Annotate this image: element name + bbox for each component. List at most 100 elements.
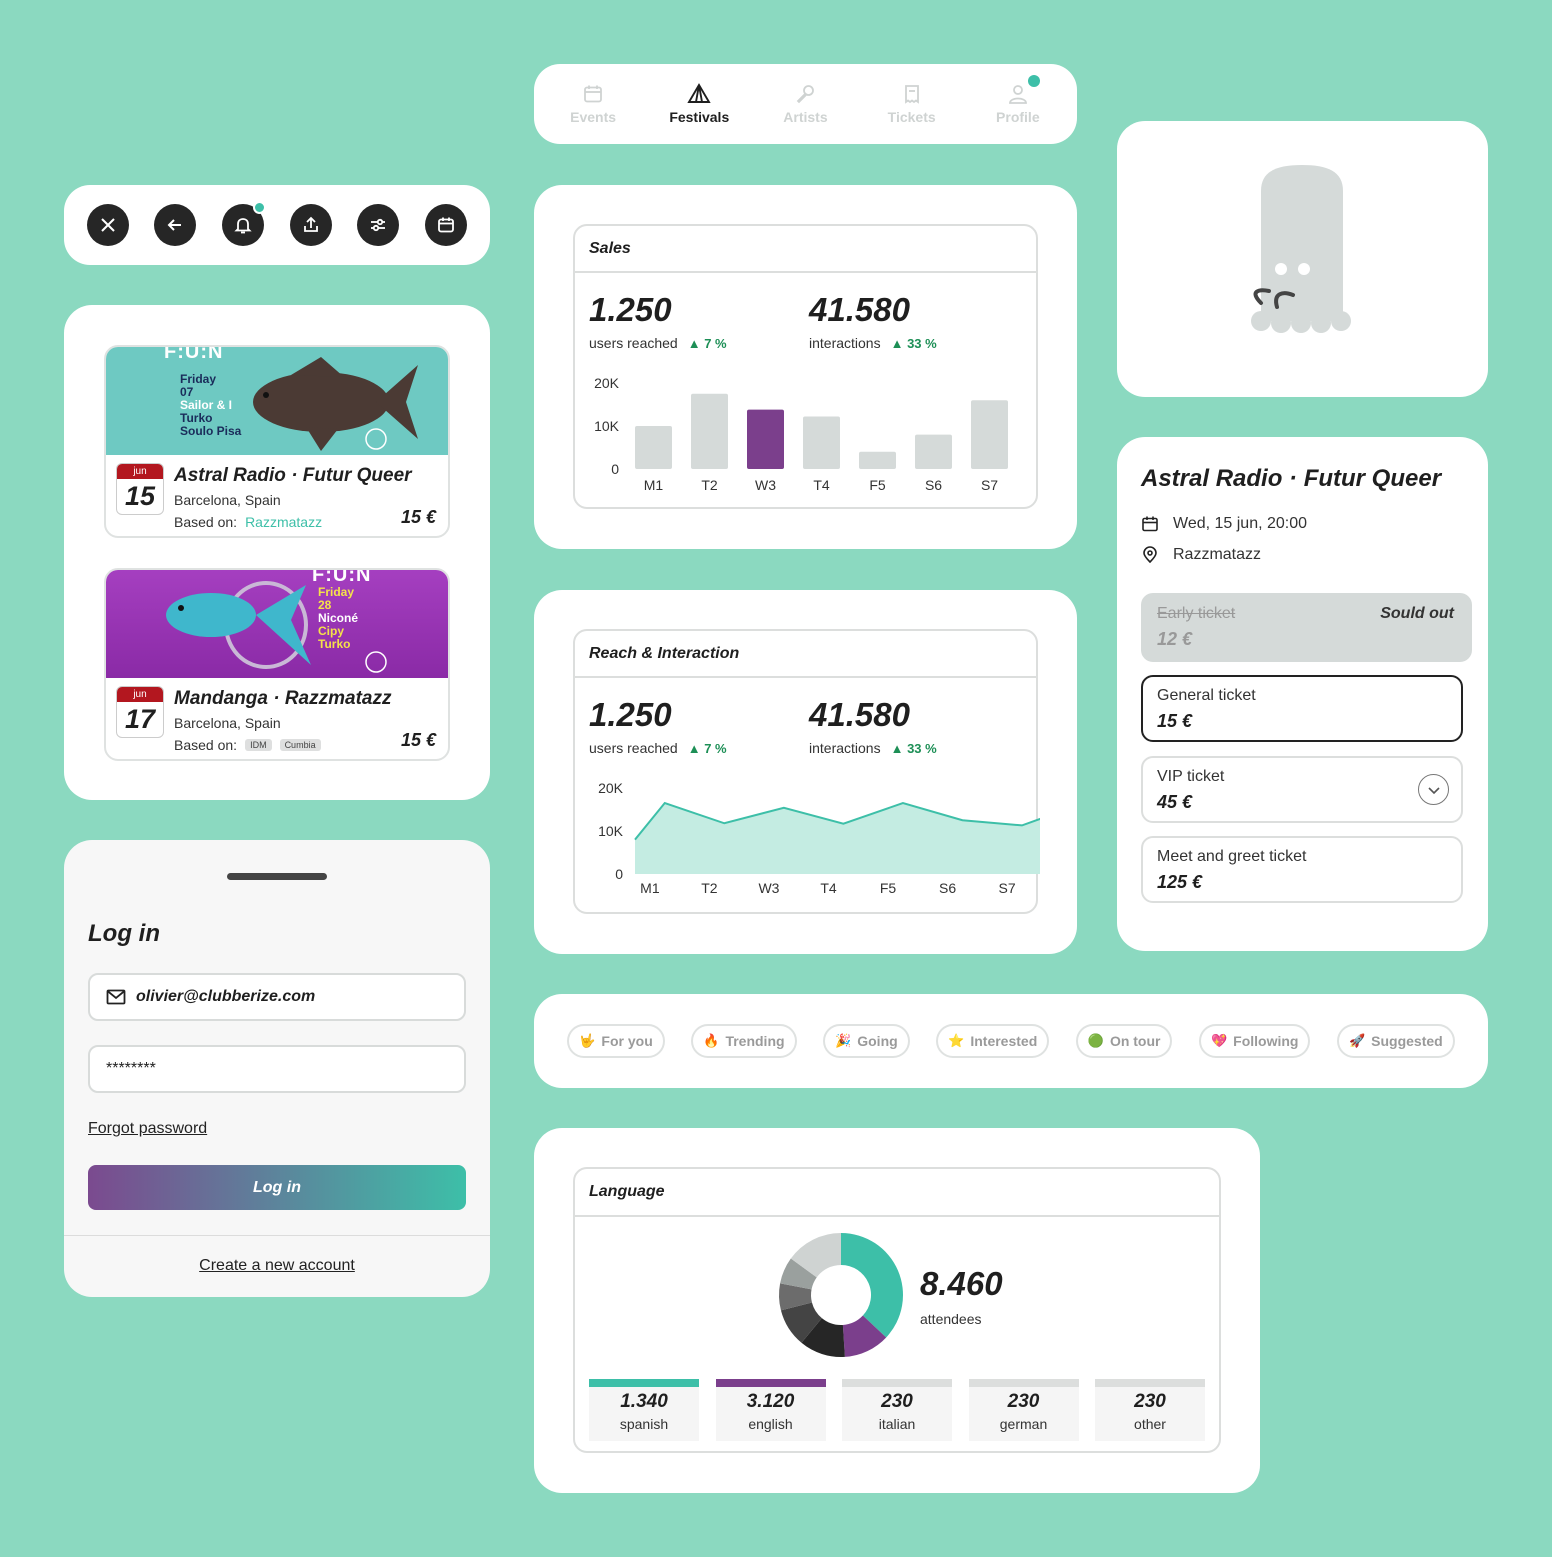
y-tick-label: 20K <box>598 780 624 796</box>
tab-festivals[interactable]: Festivals <box>649 83 749 125</box>
ticket-option-vip[interactable]: VIP ticket 45 € <box>1141 756 1463 823</box>
stat-value: 41.580 <box>809 291 910 328</box>
event-card[interactable]: F:U:N Friday 28 Niconé Cipy Turko jun 17… <box>104 568 450 761</box>
area-chart: 0 10K 20K M1 T2 W3 T4 F5 S6 S7 <box>598 780 1040 896</box>
tab-profile[interactable]: Profile <box>968 75 1068 125</box>
create-account-label: Create a new account <box>199 1257 355 1274</box>
genre-tag[interactable]: IDM <box>245 739 272 751</box>
venue-link[interactable]: Razzmatazz <box>245 514 322 530</box>
stat-value: 1.250 <box>589 696 672 733</box>
back-button[interactable] <box>154 204 197 246</box>
email-field[interactable]: olivier@clubberize.com <box>88 973 466 1021</box>
x-tick-label: S7 <box>999 880 1016 896</box>
language-count: 230 <box>881 1391 913 1412</box>
chip-trending[interactable]: 🔥 Trending <box>691 1024 797 1058</box>
bar <box>635 426 672 469</box>
chip-following[interactable]: 💖 Following <box>1198 1024 1311 1058</box>
chip-label: Interested <box>970 1033 1038 1049</box>
genre-tag[interactable]: Cumbia <box>279 739 321 751</box>
chip-on-tour[interactable]: 🟢 On tour <box>1075 1024 1173 1058</box>
password-field[interactable]: ******** <box>88 1045 466 1093</box>
login-sheet: Log in olivier@clubberize.com ******** F… <box>64 840 490 1297</box>
chip-label: Going <box>857 1033 898 1049</box>
bar <box>747 409 784 469</box>
envelope-icon <box>106 989 126 1005</box>
language-color-bar <box>842 1379 952 1387</box>
bar-chart: 0 10K 20K M1 T2 W3 T4 F5 S6 S7 <box>594 375 1008 493</box>
stat-label: interactions <box>809 740 881 756</box>
chip-emoji: ⭐ <box>948 1033 965 1048</box>
card-title: Language <box>575 1169 1219 1217</box>
calendar-icon <box>438 217 455 233</box>
tab-artists[interactable]: Artists <box>755 83 855 125</box>
language-color-bar <box>715 1379 826 1387</box>
close-button[interactable] <box>86 204 129 246</box>
interactions-stat: 41.580 interactions ▲ 33 % <box>809 696 937 756</box>
sales-panel: Sales 1.250 users reached ▲ 7 % 41.580 in… <box>534 185 1077 549</box>
language-color-bar <box>968 1379 1079 1387</box>
tab-tickets[interactable]: Tickets <box>862 83 962 125</box>
stat-label: interactions <box>809 335 881 351</box>
filters-button[interactable] <box>357 204 400 246</box>
chip-emoji: 🚀 <box>1348 1033 1366 1048</box>
trend-up: ▲ 33 % <box>890 741 937 756</box>
chip-for-you[interactable]: 🤟 For you <box>567 1024 665 1058</box>
tab-label: Artists <box>783 109 828 125</box>
x-tick-label: T2 <box>701 880 718 896</box>
event-card[interactable]: F:U:N Friday 07 Sailor & I Turko Soulo P… <box>104 345 450 538</box>
ticket-option-meet-greet[interactable]: Meet and greet ticket 125 € <box>1141 836 1463 903</box>
drag-handle[interactable] <box>227 873 327 880</box>
language-count: 3.120 <box>746 1391 795 1412</box>
expand-button[interactable] <box>1418 774 1449 805</box>
poster-lines: Friday 07 Sailor & I Turko Soulo Pisa <box>180 373 241 438</box>
microphone-icon <box>797 85 815 104</box>
event-title: Astral Radio · Futur Queer <box>174 465 412 486</box>
share-upload-icon <box>303 216 318 232</box>
stat-value: 1.250 <box>589 291 672 328</box>
tab-events[interactable]: Events <box>543 83 643 125</box>
ticket-price: 45 € <box>1157 792 1193 812</box>
interactions-stat: 41.580 interactions ▲ 33 % <box>809 291 937 351</box>
trend-value: 7 % <box>704 741 727 756</box>
x-tick-label: S6 <box>939 880 956 896</box>
date-day: 17 <box>124 704 156 734</box>
forgot-password-link[interactable]: Forgot password <box>88 1120 207 1138</box>
bar <box>971 400 1008 469</box>
ticket-option-general[interactable]: General ticket 15 € <box>1141 675 1463 742</box>
login-button[interactable]: Log in <box>88 1165 466 1210</box>
divider <box>64 1235 490 1236</box>
event-price: 15 € <box>400 730 436 750</box>
tab-label: Events <box>570 109 617 125</box>
chip-suggested[interactable]: 🚀 Suggested <box>1336 1024 1455 1058</box>
tab-label: Tickets <box>887 109 936 125</box>
tab-label: Festivals <box>669 109 730 125</box>
share-button[interactable] <box>289 204 332 246</box>
bell-icon <box>234 218 252 234</box>
trend-up: ▲ 7 % <box>687 336 727 351</box>
event-title: Mandanga · Razzmatazz <box>174 688 392 709</box>
y-tick-label: 20K <box>594 375 620 391</box>
calendar-button[interactable] <box>425 204 468 246</box>
language-card: Language 8.460 attendees 1.340 spanish 3.1… <box>573 1167 1221 1453</box>
notification-dot <box>1027 75 1040 87</box>
chip-going[interactable]: 🎉 Going <box>823 1024 910 1058</box>
x-tick-label: M1 <box>644 477 664 493</box>
ticket-option-early: Early ticket 12 € Sould out <box>1141 593 1472 662</box>
event-title: Astral Radio · Futur Queer <box>1141 465 1442 492</box>
card-title: Reach & Interaction <box>575 631 1036 678</box>
language-item: 230 italian <box>842 1379 952 1441</box>
trend-value: 33 % <box>907 336 937 351</box>
poster-line: Soulo Pisa <box>180 424 242 438</box>
back-arrow-icon <box>168 219 182 231</box>
event-city: Barcelona, Spain <box>174 492 281 508</box>
language-panel: Language 8.460 attendees 1.340 spanish 3.1… <box>534 1128 1260 1493</box>
sales-card: Sales 1.250 users reached ▲ 7 % 41.580 in… <box>573 224 1038 509</box>
event-city: Barcelona, Spain <box>174 715 281 731</box>
date-month: jun <box>117 464 163 479</box>
chip-interested[interactable]: ⭐ Interested <box>936 1024 1050 1058</box>
create-account-link[interactable]: Create a new account <box>64 1257 490 1275</box>
poster-lines: Friday 28 Niconé Cipy Turko <box>318 586 358 651</box>
login-title: Log in <box>88 920 160 947</box>
notifications-button[interactable] <box>222 201 267 246</box>
tent-icon <box>687 83 711 103</box>
